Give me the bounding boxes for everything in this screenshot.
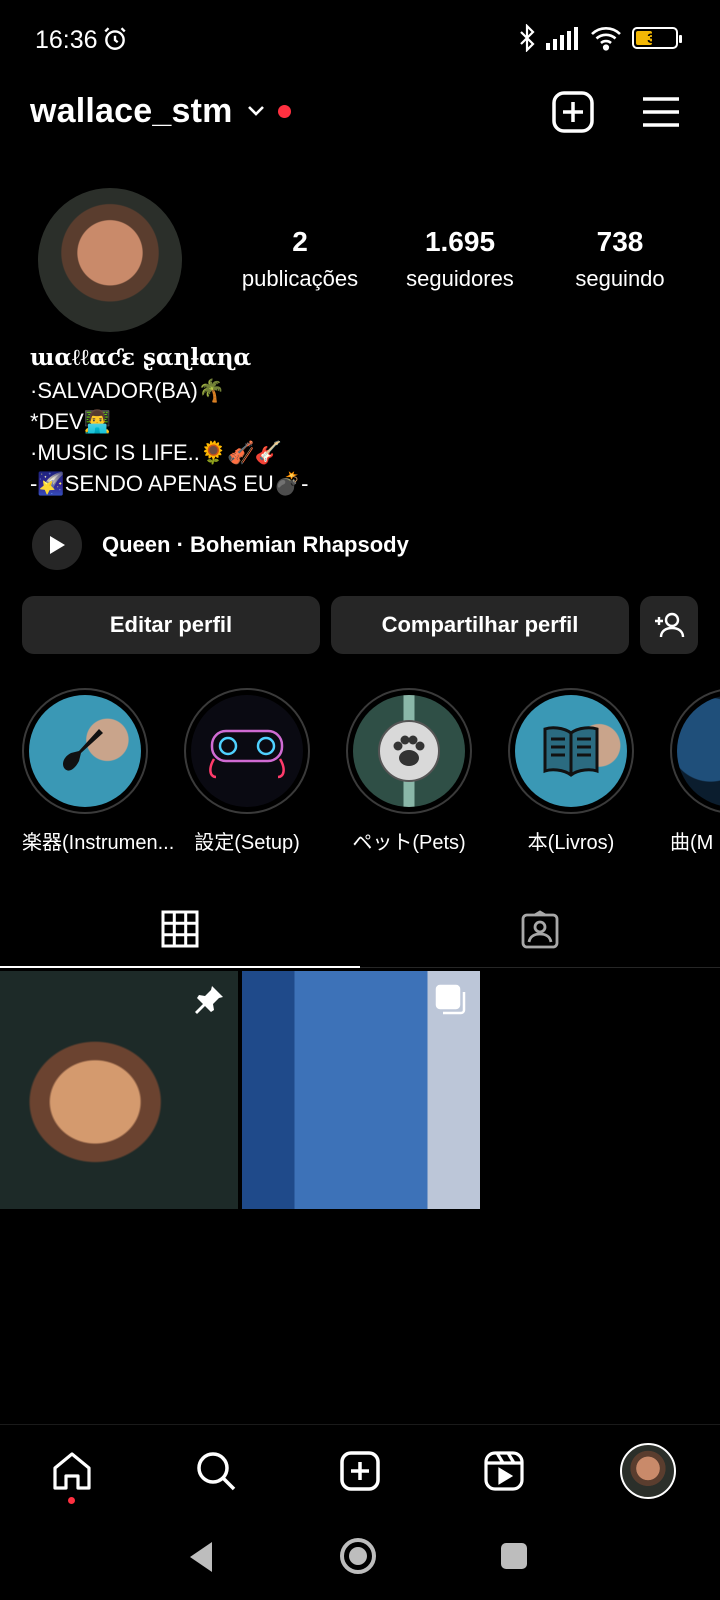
username-switcher[interactable]: wallace_stm <box>30 92 233 131</box>
signal-icon <box>546 27 578 50</box>
nav-home[interactable] <box>48 1447 96 1495</box>
bio-line: ·SALVADOR(BA)🌴 <box>30 378 226 403</box>
stat-posts[interactable]: 2 publicações <box>220 226 380 292</box>
highlight-pets[interactable]: ペット(Pets) <box>346 688 472 855</box>
bio-line: *DEV👨‍💻 <box>30 409 112 434</box>
post-thumbnail[interactable] <box>0 971 238 1209</box>
battery-indicator: 38 <box>632 27 682 49</box>
chevron-down-icon[interactable] <box>244 98 268 122</box>
menu-icon[interactable] <box>639 90 683 134</box>
bluetooth-icon <box>520 24 535 52</box>
nav-create[interactable] <box>336 1447 384 1495</box>
story-highlights: 楽器(Instrumen... 設定(Setup) ペット(Pets) 本(Li… <box>0 688 720 858</box>
highlight-label: 曲(M <box>670 832 714 854</box>
nav-search[interactable] <box>192 1447 240 1495</box>
new-post-button[interactable] <box>551 90 595 134</box>
highlight-instruments[interactable]: 楽器(Instrumen... <box>22 688 175 855</box>
share-profile-button[interactable]: Compartilhar perfil <box>331 596 629 654</box>
play-button[interactable] <box>32 520 82 570</box>
wifi-icon <box>591 27 621 51</box>
bottom-navigation <box>0 1424 720 1520</box>
status-time: 16:36 <box>35 26 98 54</box>
pin-icon <box>195 986 223 1014</box>
highlight-label: 本(Livros) <box>527 832 615 854</box>
home-circle-icon[interactable] <box>338 1536 378 1576</box>
profile-avatar[interactable] <box>38 188 182 332</box>
stat-followers-label: seguidores <box>406 266 514 291</box>
music-title: Queen · Bohemian Rhapsody <box>102 532 409 557</box>
tab-posts-grid[interactable] <box>0 892 360 968</box>
bio-line: -🌠SENDO APENAS EU💣- <box>30 471 309 496</box>
nav-reels[interactable] <box>480 1447 528 1495</box>
bio-line: ·MUSIC IS LIFE..🌻🎻🎸 <box>30 440 283 465</box>
profile-stats: 2 publicações 1.695 seguidores 738 segui… <box>220 226 700 292</box>
highlight-label: 楽器(Instrumen... <box>22 832 175 854</box>
paw-icon <box>378 720 440 782</box>
guitar-icon <box>63 729 103 771</box>
nav-profile-avatar[interactable] <box>620 1443 676 1499</box>
profile-tabs <box>0 892 720 968</box>
home-icon <box>53 1452 91 1490</box>
stat-posts-count: 2 <box>292 226 308 257</box>
create-post-icon <box>340 1451 380 1491</box>
stat-following[interactable]: 738 seguindo <box>540 226 700 292</box>
stat-followers-count: 1.695 <box>424 226 496 257</box>
profile-header: wallace_stm <box>0 84 720 144</box>
gamepad-icon <box>209 729 285 779</box>
back-icon[interactable] <box>186 1540 216 1574</box>
highlight-label: 設定(Setup) <box>194 832 300 854</box>
stat-following-label: seguindo <box>575 266 665 291</box>
highlight-label: ペット(Pets) <box>352 832 466 854</box>
grid-icon <box>161 910 199 948</box>
highlight-books[interactable]: 本(Livros) <box>508 688 634 855</box>
book-icon <box>543 726 599 777</box>
profile-bio: ɯαℓℓαƈε ʂαɳƚαɳα ·SALVADOR(BA)🌴 *DEV👨‍💻 ·… <box>30 342 309 499</box>
carousel-icon <box>435 984 466 1015</box>
profile-actions: Editar perfil Compartilhar perfil <box>22 596 698 654</box>
edit-profile-button[interactable]: Editar perfil <box>22 596 320 654</box>
display-name: ɯαℓℓαƈε ʂαɳƚαɳα <box>30 344 252 371</box>
notification-dot <box>278 105 291 118</box>
highlight-setup[interactable]: 設定(Setup) <box>184 688 310 855</box>
recents-icon[interactable] <box>500 1542 528 1570</box>
system-navigation <box>0 1520 720 1600</box>
search-icon <box>197 1452 236 1491</box>
reels-icon <box>484 1451 524 1491</box>
profile-music[interactable]: Queen · Bohemian Rhapsody <box>32 520 409 570</box>
alarm-icon <box>104 27 126 50</box>
stat-followers[interactable]: 1.695 seguidores <box>380 226 540 292</box>
discover-people-button[interactable] <box>640 596 698 654</box>
post-thumbnail[interactable] <box>242 971 480 1209</box>
highlight-music[interactable]: 曲(M <box>670 688 720 855</box>
stat-following-count: 738 <box>596 226 644 257</box>
nav-home-dot <box>68 1497 75 1504</box>
stat-posts-label: publicações <box>241 266 359 291</box>
add-person-icon <box>655 612 685 638</box>
battery-level: 38 <box>647 30 663 46</box>
play-icon <box>50 536 65 554</box>
tagged-user-icon <box>521 910 559 949</box>
status-bar: 16:36 38 <box>0 0 720 80</box>
tab-tagged[interactable] <box>360 892 720 968</box>
